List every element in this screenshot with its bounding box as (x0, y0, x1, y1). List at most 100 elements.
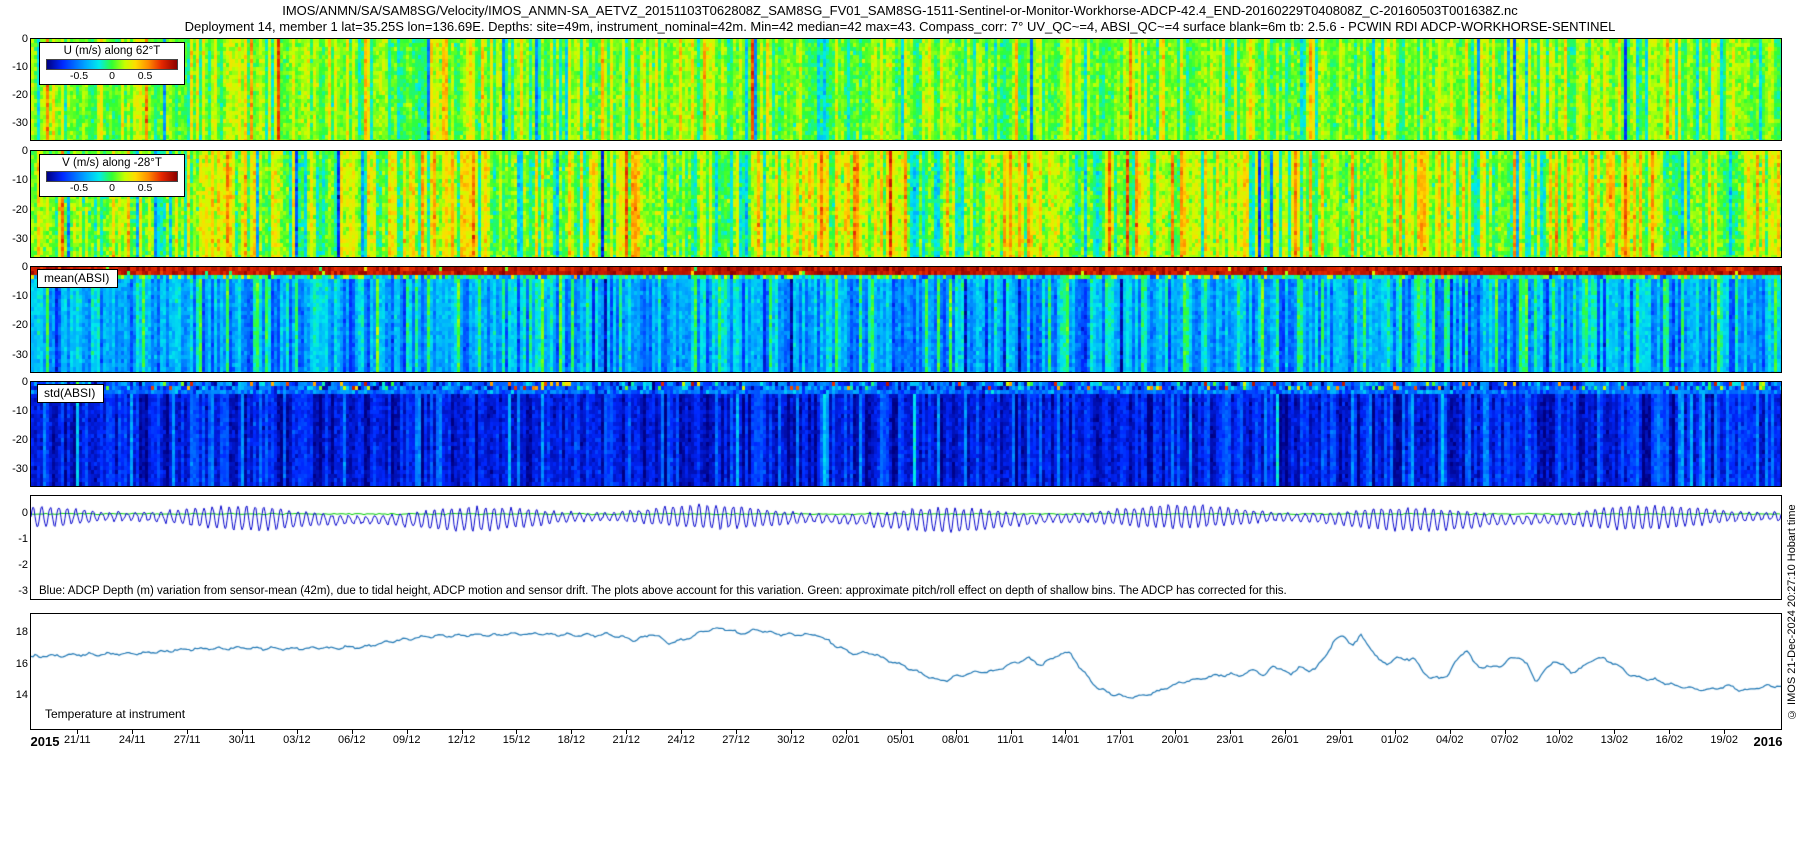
v-colorbar-ticks: -0.5 0 0.5 (46, 182, 178, 194)
imos-copyright-watermark: © IMOS 21-Dec-2024 20:27:10 Hobart time (1786, 476, 1798, 748)
x-date-tick-label: 21/11 (64, 734, 91, 746)
x-tick-mark (956, 730, 957, 734)
x-tick-mark (1011, 730, 1012, 734)
x-date-tick-label: 09/12 (393, 734, 421, 746)
u-legend: U (m/s) along 62°T -0.500.5 (39, 42, 185, 85)
x-tick-mark (352, 730, 353, 734)
x-date-tick-label: 05/01 (887, 734, 915, 746)
x-tick-mark (1340, 730, 1341, 734)
x-date-tick-label: 08/01 (942, 734, 970, 746)
depth-variation-lineplot (31, 496, 1781, 599)
y-tick-label: -30 (12, 233, 28, 245)
y-tick-label: 0 (22, 507, 28, 519)
x-date-tick-label: 17/01 (1107, 734, 1135, 746)
x-tick-mark (1614, 730, 1615, 734)
x-date-tick-label: 24/12 (667, 734, 695, 746)
x-tick-mark (791, 730, 792, 734)
panel-v-velocity: V (m/s) along -28°T -0.500.5 0-10-20-30 (30, 150, 1782, 258)
x-date-tick-label: 02/01 (832, 734, 860, 746)
x-tick-mark (187, 730, 188, 734)
y-tick-label: 0 (22, 376, 28, 388)
std-absi-heatmap (31, 382, 1781, 486)
y-tick-label: -30 (12, 117, 28, 129)
colorbar-tick-label: -0.5 (70, 182, 88, 194)
x-date-tick-label: 04/02 (1436, 734, 1464, 746)
x-axis-date-labels: 21/1124/1127/1130/1103/1206/1209/1212/12… (0, 734, 1800, 752)
x-tick-mark (297, 730, 298, 734)
u-velocity-heatmap (31, 39, 1781, 140)
temperature-lineplot (31, 614, 1781, 729)
x-date-tick-label: 19/02 (1710, 734, 1738, 746)
x-tick-mark (1175, 730, 1176, 734)
x-date-tick-label: 27/12 (722, 734, 750, 746)
year-start-label: 2015 (31, 734, 60, 749)
x-tick-mark (1669, 730, 1670, 734)
y-tick-label: -2 (18, 559, 28, 571)
y-tick-label: 14 (16, 689, 28, 701)
y-tick-label: 0 (22, 261, 28, 273)
x-date-tick-label: 26/01 (1271, 734, 1299, 746)
x-tick-mark (77, 730, 78, 734)
x-date-tick-label: 11/01 (997, 734, 1024, 746)
colorbar-tick-label: -0.5 (70, 70, 88, 82)
v-colorbar (46, 171, 178, 182)
y-tick-label: -20 (12, 434, 28, 446)
mean-absi-label: mean(ABSI) (37, 269, 118, 288)
panel-depth-variation: Blue: ADCP Depth (m) variation from sens… (30, 495, 1782, 600)
panel-mean-absi: mean(ABSI) 0-10-20-30 (30, 266, 1782, 373)
x-tick-mark (462, 730, 463, 734)
x-tick-mark (1395, 730, 1396, 734)
panel-temperature: Temperature at instrument 181614 (30, 613, 1782, 730)
y-tick-label: -20 (12, 89, 28, 101)
y-tick-label: -30 (12, 463, 28, 475)
x-date-tick-label: 03/12 (283, 734, 311, 746)
x-date-tick-label: 14/01 (1052, 734, 1080, 746)
x-date-tick-label: 20/01 (1161, 734, 1189, 746)
std-absi-label: std(ABSI) (37, 384, 104, 403)
y-tick-label: -1 (18, 533, 28, 545)
year-end-label: 2016 (1754, 734, 1783, 749)
colorbar-tick-label: 0 (109, 182, 115, 194)
x-date-tick-label: 12/12 (448, 734, 476, 746)
u-colorbar-ticks: -0.500.5 (46, 70, 178, 82)
colorbar-tick-label: 0 (109, 70, 115, 82)
y-tick-label: -10 (12, 405, 28, 417)
y-tick-label: -20 (12, 204, 28, 216)
x-date-tick-label: 16/02 (1656, 734, 1684, 746)
x-date-tick-label: 27/11 (174, 734, 201, 746)
y-tick-label: -30 (12, 349, 28, 361)
x-date-tick-label: 06/12 (338, 734, 366, 746)
x-date-tick-label: 01/02 (1381, 734, 1409, 746)
x-tick-mark (901, 730, 902, 734)
x-tick-mark (132, 730, 133, 734)
x-date-tick-label: 21/12 (612, 734, 640, 746)
x-tick-mark (1450, 730, 1451, 734)
y-tick-label: -10 (12, 290, 28, 302)
y-tick-label: 16 (16, 658, 28, 670)
colorbar-tick-label: 0.5 (138, 182, 153, 194)
x-date-tick-label: 10/02 (1546, 734, 1574, 746)
x-date-tick-label: 23/01 (1216, 734, 1244, 746)
u-colorbar (46, 59, 178, 70)
depth-variation-annotation: Blue: ADCP Depth (m) variation from sens… (39, 585, 1287, 597)
x-tick-mark (1559, 730, 1560, 734)
y-tick-label: 18 (16, 626, 28, 638)
x-tick-mark (516, 730, 517, 734)
x-tick-mark (1120, 730, 1121, 734)
x-tick-mark (681, 730, 682, 734)
y-tick-label: 0 (22, 33, 28, 45)
v-velocity-heatmap (31, 151, 1781, 257)
y-tick-label: 0 (22, 145, 28, 157)
x-tick-mark (1065, 730, 1066, 734)
x-date-tick-label: 07/02 (1491, 734, 1519, 746)
x-date-tick-label: 18/12 (558, 734, 586, 746)
x-tick-mark (571, 730, 572, 734)
x-date-tick-label: 24/11 (119, 734, 146, 746)
u-legend-title: U (m/s) along 62°T (46, 45, 178, 59)
x-date-tick-label: 13/02 (1601, 734, 1629, 746)
x-tick-mark (1230, 730, 1231, 734)
y-tick-label: -10 (12, 61, 28, 73)
x-date-tick-label: 30/12 (777, 734, 805, 746)
figure: IMOS/ANMN/SA/SAM8SG/Velocity/IMOS_ANMN-S… (0, 0, 1800, 850)
mean-absi-heatmap (31, 267, 1781, 372)
